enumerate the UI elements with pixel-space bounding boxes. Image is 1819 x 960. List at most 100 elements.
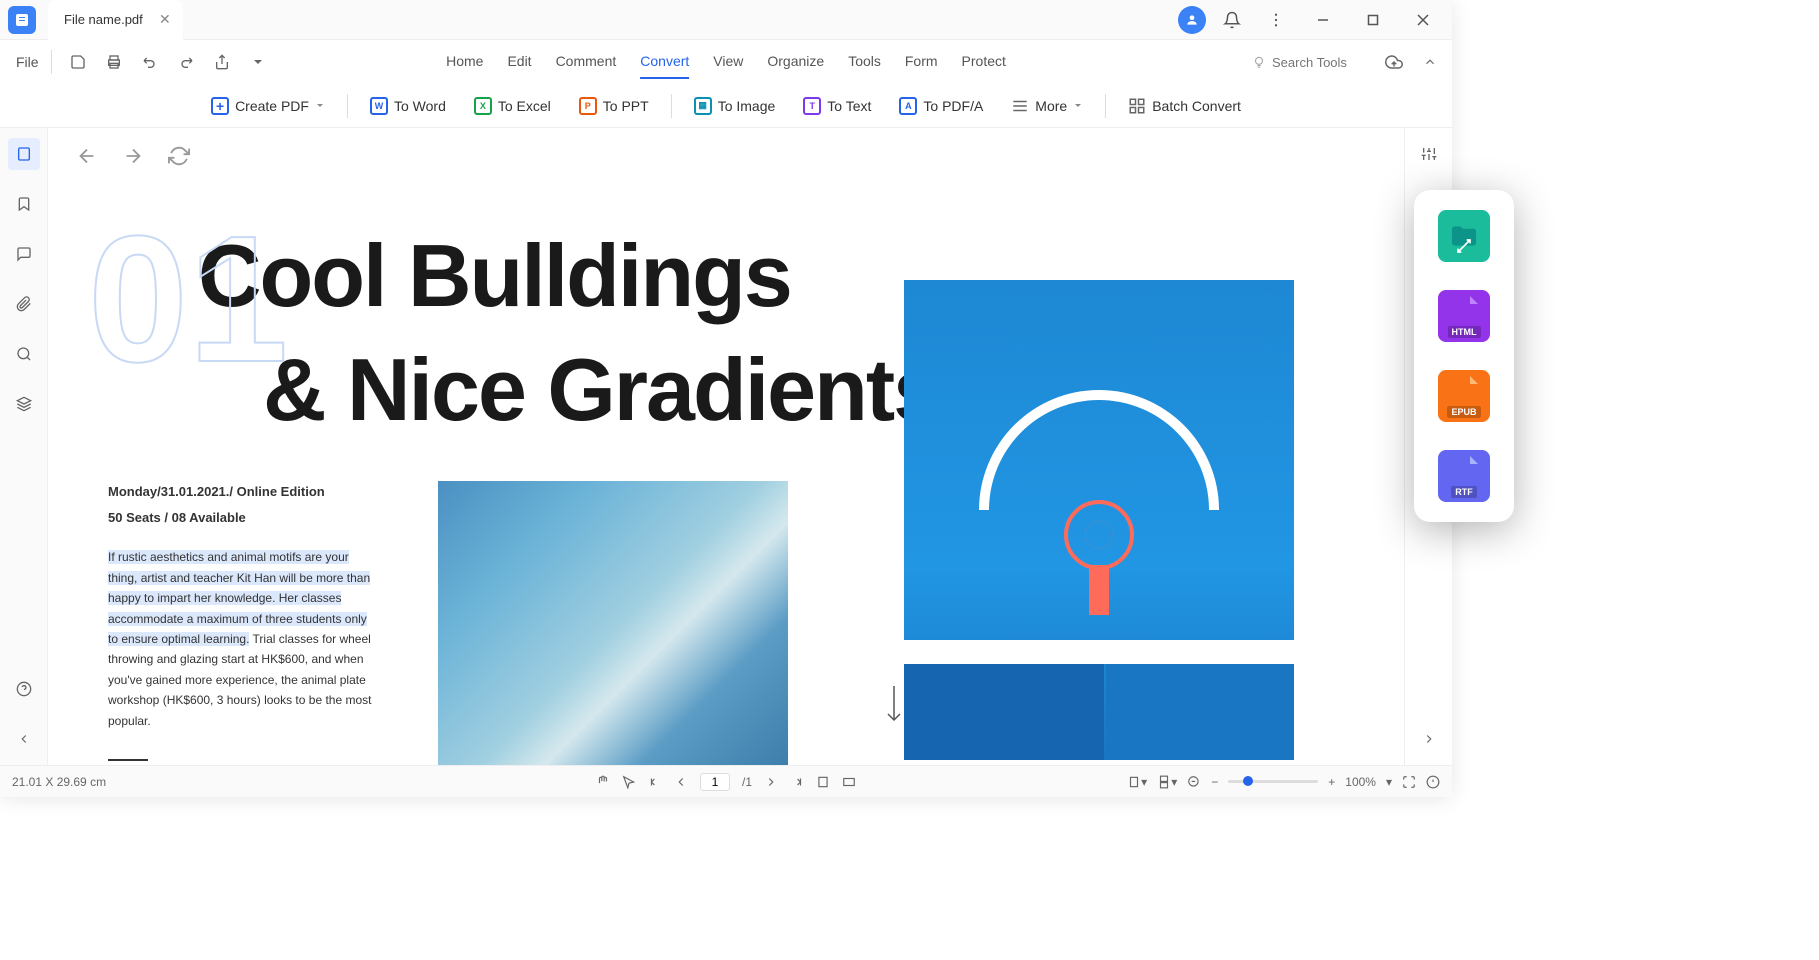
fit-width-icon[interactable]	[816, 775, 830, 789]
to-text-button[interactable]: T To Text	[797, 93, 877, 119]
view-single-icon[interactable]: ▾	[1127, 775, 1147, 789]
chevron-down-icon	[315, 101, 325, 111]
collapse-icon[interactable]	[1416, 48, 1444, 76]
tab-home[interactable]: Home	[446, 45, 483, 79]
image-buildings	[438, 481, 788, 765]
file-menu[interactable]: File	[8, 50, 52, 74]
format-epub-button[interactable]: EPUB	[1438, 370, 1490, 422]
format-rtf-button[interactable]: RTF	[1438, 450, 1490, 502]
fullscreen-icon[interactable]	[1402, 775, 1416, 789]
scroll-down-icon	[884, 684, 904, 724]
to-word-button[interactable]: W To Word	[364, 93, 452, 119]
tab-protect[interactable]: Protect	[962, 45, 1006, 79]
body-text-block: Monday/31.01.2021./ Online Edition 50 Se…	[108, 481, 378, 765]
close-tab-icon[interactable]: ✕	[159, 11, 171, 28]
batch-convert-button[interactable]: Batch Convert	[1122, 93, 1247, 119]
pdf-page[interactable]: 01 Cool Bulldings & Nice Gradients Monda…	[48, 184, 1404, 765]
user-avatar[interactable]	[1178, 6, 1206, 34]
tab-label: File name.pdf	[64, 12, 143, 27]
fit-page-icon[interactable]	[842, 775, 856, 789]
menu-icon	[1011, 97, 1029, 115]
first-page-icon[interactable]	[648, 775, 662, 789]
share-icon[interactable]	[208, 48, 236, 76]
tab-form[interactable]: Form	[905, 45, 938, 79]
separator	[1105, 94, 1106, 118]
create-pdf-button[interactable]: + Create PDF	[205, 93, 331, 119]
tab-edit[interactable]: Edit	[507, 45, 531, 79]
select-tool-icon[interactable]	[622, 775, 636, 789]
word-icon: W	[370, 97, 388, 115]
chevron-down-icon[interactable]	[244, 48, 272, 76]
collapse-left-icon[interactable]	[8, 723, 40, 755]
nav-row	[48, 128, 1404, 184]
tab-comment[interactable]: Comment	[556, 45, 617, 79]
lightbulb-icon	[1252, 55, 1266, 69]
comments-icon[interactable]	[8, 238, 40, 270]
zoom-decrease[interactable]: −	[1211, 775, 1218, 789]
attachments-icon[interactable]	[8, 288, 40, 320]
title-bar: File name.pdf ✕	[0, 0, 1452, 40]
redo-icon[interactable]	[172, 48, 200, 76]
to-image-button[interactable]: ▦ To Image	[688, 93, 782, 119]
thumbnails-icon[interactable]	[8, 138, 40, 170]
page-total: /1	[742, 775, 752, 789]
hand-tool-icon[interactable]	[596, 775, 610, 789]
search-tools[interactable]	[1252, 55, 1372, 70]
save-icon[interactable]	[64, 48, 92, 76]
body-paragraph: If rustic aesthetics and animal motifs a…	[108, 547, 378, 731]
layers-icon[interactable]	[8, 388, 40, 420]
read-mode-icon[interactable]	[1426, 775, 1440, 789]
meta-line1: Monday/31.01.2021./ Online Edition	[108, 481, 378, 503]
zoom-slider[interactable]	[1228, 780, 1318, 783]
plus-icon: +	[211, 97, 229, 115]
page-number-input[interactable]	[700, 773, 730, 791]
more-menu-icon[interactable]	[1258, 2, 1294, 38]
convert-toolbar: + Create PDF W To Word X To Excel P To P…	[0, 84, 1452, 128]
nav-back-button[interactable]	[76, 145, 98, 167]
close-window-button[interactable]	[1402, 2, 1444, 38]
zoom-dropdown-icon[interactable]: ▾	[1386, 775, 1392, 789]
last-page-icon[interactable]	[790, 775, 804, 789]
tab-organize[interactable]: Organize	[767, 45, 824, 79]
cloud-upload-icon[interactable]	[1380, 48, 1408, 76]
body-rest: Trial classes for wheel throwing and gla…	[108, 632, 371, 728]
format-html-button[interactable]: HTML	[1438, 290, 1490, 342]
zoom-increase[interactable]: +	[1328, 775, 1335, 789]
to-excel-button[interactable]: X To Excel	[468, 93, 557, 119]
help-icon[interactable]	[8, 673, 40, 705]
nav-forward-button[interactable]	[122, 145, 144, 167]
collapse-right-icon[interactable]	[1413, 723, 1445, 755]
maximize-button[interactable]	[1352, 2, 1394, 38]
tab-convert[interactable]: Convert	[640, 45, 689, 79]
search-input[interactable]	[1272, 55, 1372, 70]
divider	[108, 759, 148, 761]
tab-view[interactable]: View	[713, 45, 743, 79]
bookmarks-icon[interactable]	[8, 188, 40, 220]
minimize-button[interactable]	[1302, 2, 1344, 38]
image-icon: ▦	[694, 97, 712, 115]
format-folder-button[interactable]	[1438, 210, 1490, 262]
menu-bar: File Home Edit Comment Convert View Orga…	[0, 40, 1452, 84]
more-button[interactable]: More	[1005, 93, 1089, 119]
to-pdfa-button[interactable]: A To PDF/A	[893, 93, 989, 119]
format-label: HTML	[1448, 326, 1481, 338]
notifications-icon[interactable]	[1214, 2, 1250, 38]
prev-page-icon[interactable]	[674, 775, 688, 789]
page-number-decoration: 01	[88, 196, 288, 403]
view-continuous-icon[interactable]: ▾	[1157, 775, 1177, 789]
to-ppt-button[interactable]: P To PPT	[573, 93, 655, 119]
zoom-value: 100%	[1345, 775, 1376, 789]
format-float-panel: HTML EPUB RTF	[1414, 190, 1514, 522]
next-page-icon[interactable]	[764, 775, 778, 789]
menu-tabs: Home Edit Comment Convert View Organize …	[446, 45, 1006, 79]
search-icon[interactable]	[8, 338, 40, 370]
settings-sliders-icon[interactable]	[1413, 138, 1445, 170]
grid-icon	[1128, 97, 1146, 115]
meta-line2: 50 Seats / 08 Available	[108, 507, 378, 529]
zoom-out-icon[interactable]	[1187, 775, 1201, 789]
undo-icon[interactable]	[136, 48, 164, 76]
tab-tools[interactable]: Tools	[848, 45, 881, 79]
print-icon[interactable]	[100, 48, 128, 76]
nav-refresh-button[interactable]	[168, 145, 190, 167]
file-tab[interactable]: File name.pdf ✕	[48, 0, 183, 40]
